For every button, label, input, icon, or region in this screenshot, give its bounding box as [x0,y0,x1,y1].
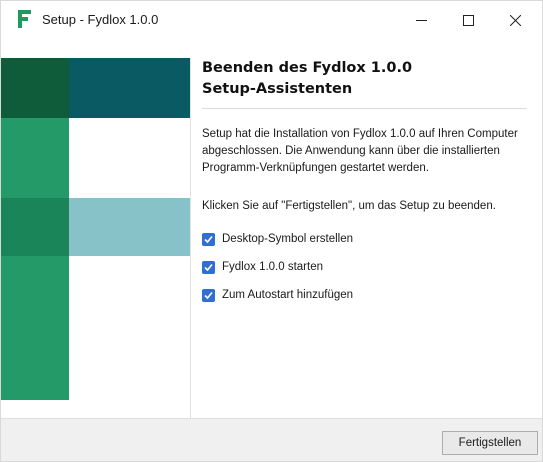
page-title: Beenden des Fydlox 1.0.0 Setup-Assistent… [202,58,532,100]
option-label: Fydlox 1.0.0 starten [222,261,323,273]
close-icon [509,14,521,26]
option-label: Desktop-Symbol erstellen [222,233,354,245]
option-label: Zum Autostart hinzufügen [222,289,354,301]
maximize-button[interactable] [445,1,491,39]
finish-button[interactable]: Fertigstellen [442,431,538,455]
button-bar: Fertigstellen [1,418,542,461]
side-banner [1,58,190,400]
heading-divider [202,108,527,109]
banner-block-mid-green [1,198,69,256]
option-desktop-icon[interactable]: Desktop-Symbol erstellen [202,231,353,247]
window-title: Setup - Fydlox 1.0.0 [42,12,159,27]
minimize-icon [415,15,427,26]
maximize-icon [462,14,474,26]
page-title-line1: Beenden des Fydlox 1.0.0 [202,60,413,76]
banner-block-green [1,118,69,400]
completion-message: Setup hat die Installation von Fydlox 1.… [202,128,518,174]
panel-divider [190,58,191,418]
page-title-line2: Setup-Assistenten [202,81,353,97]
close-button[interactable] [492,1,538,39]
checkbox-checked-icon[interactable] [202,288,215,302]
option-autostart[interactable]: Zum Autostart hinzufügen [202,287,353,303]
minimize-button[interactable] [398,1,444,39]
option-launch-app[interactable]: Fydlox 1.0.0 starten [202,259,323,275]
banner-block-dark-green [1,58,69,118]
setup-window: Setup - Fydlox 1.0.0 Beenden des Fydlox … [0,0,543,462]
title-bar[interactable]: Setup - Fydlox 1.0.0 [1,1,542,39]
banner-block-light-teal [69,198,190,256]
banner-block-dark-teal [69,58,190,118]
checkbox-checked-icon[interactable] [202,232,215,246]
finish-instruction: Klicken Sie auf "Fertigstellen", um das … [202,200,496,212]
fydlox-logo-icon [18,10,32,28]
checkbox-checked-icon[interactable] [202,260,215,274]
